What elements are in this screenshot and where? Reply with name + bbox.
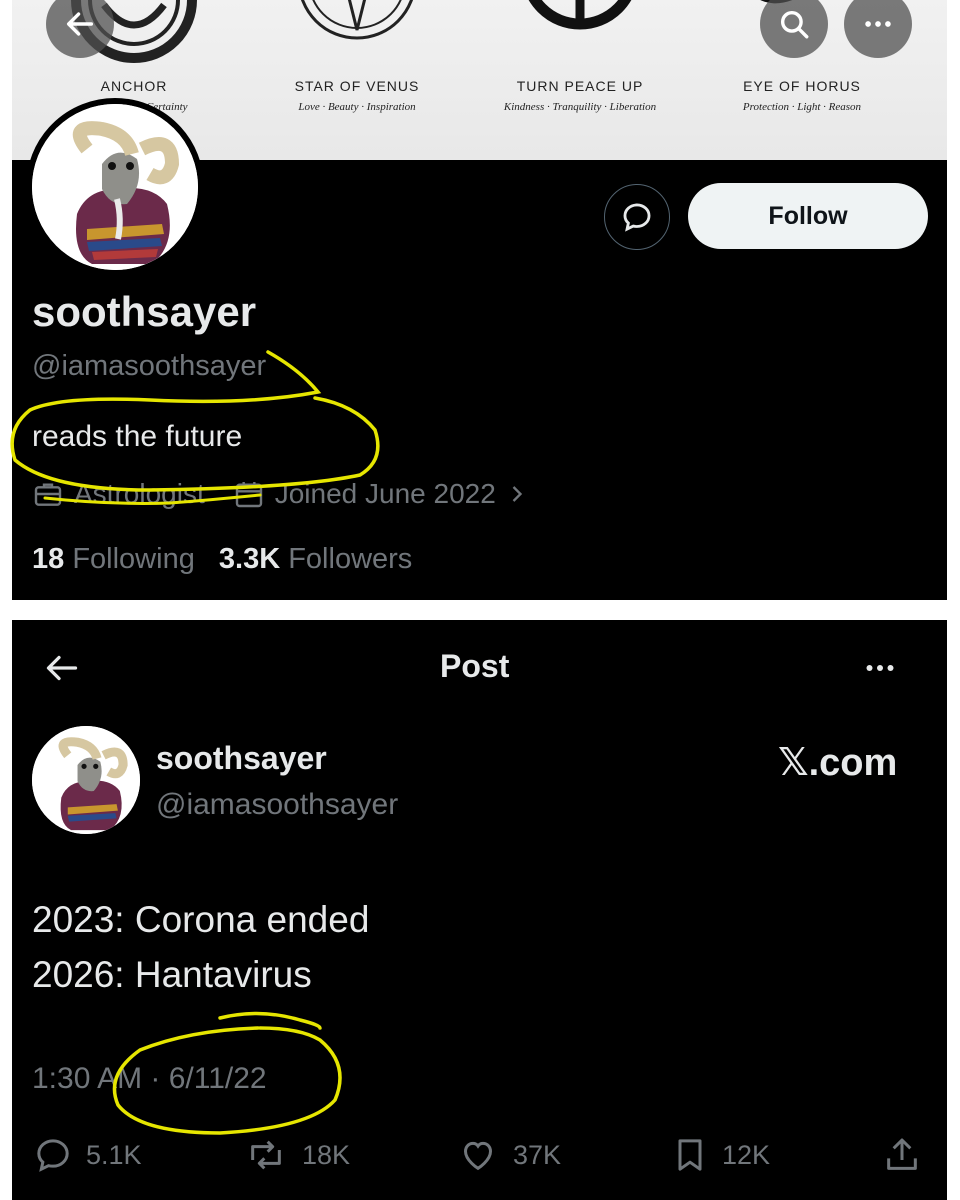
back-arrow-icon [66,12,94,36]
profile-counts: 18 Following 3.3K Followers [32,543,412,576]
profile-category[interactable]: Astrologist [74,478,205,510]
post-screenshot: Post soothsayer @iamasoothsayer 𝕏.com 20… [12,620,947,1200]
profile-handle: @iamasoothsayer [32,350,267,382]
repost-icon [251,1140,281,1170]
bookmark-button[interactable]: 12K [670,1135,770,1175]
post-author-name[interactable]: soothsayer [156,740,327,777]
post-line: 2023: Corona ended [32,899,370,940]
post-author-handle[interactable]: @iamasoothsayer [156,788,398,822]
back-arrow-icon[interactable] [42,650,82,686]
goat-soothsayer-avatar-icon [32,726,140,834]
follow-button[interactable]: Follow [688,183,928,249]
banner-symbol-subtitle: Love · Beauty · Inspiration [298,101,416,113]
followers-link[interactable]: 3.3K Followers [219,543,412,575]
reply-count: 5.1K [86,1139,142,1170]
following-label: Following [72,543,195,575]
repost-count: 18K [302,1139,351,1170]
banner-symbol-name: EYE OF HORUS [743,78,861,94]
reply-button[interactable]: 5.1K [32,1135,142,1175]
calendar-icon [235,482,262,508]
share-button[interactable] [882,1135,922,1175]
banner-symbol-name: STAR OF VENUS [294,78,420,94]
post-line: 2026: Hantavirus [32,954,312,995]
banner-symbol-name: ANCHOR [100,78,168,94]
more-icon [865,21,891,27]
followers-label: Followers [288,543,413,575]
profile-avatar[interactable] [26,98,204,276]
profile-display-name: soothsayer [32,288,257,335]
banner-symbol-subtitle: Kindness · Tranquility · Liberation [503,101,657,113]
post-header-title: Post [440,648,510,684]
bookmark-count: 12K [722,1139,771,1170]
repost-button[interactable]: 18K [242,1135,350,1175]
search-icon [780,10,809,39]
chevron-right-icon[interactable] [506,480,528,508]
bookmark-icon [678,1139,702,1171]
profile-joined: Joined June 2022 [274,478,496,509]
like-button[interactable]: 37K [455,1135,561,1175]
goat-soothsayer-avatar-icon [32,104,198,270]
profile-meta: Astrologist Joined June 2022 [32,478,528,510]
following-count: 18 [32,543,65,575]
peace-symbol-icon [510,0,650,55]
banner-symbol-name: TURN PEACE UP [516,78,644,94]
message-button[interactable] [604,184,670,250]
x-watermark: 𝕏.com [778,742,898,784]
post-body: 2023: Corona ended 2026: Hantavirus [32,892,369,1002]
briefcase-icon [34,483,62,506]
banner-symbol-subtitle: Protection · Light · Reason [742,101,862,113]
share-icon [887,1138,917,1170]
like-count: 37K [513,1139,562,1170]
more-icon[interactable] [858,650,902,686]
like-icon [463,1141,493,1171]
profile-screenshot: ANCHOR · Certainty STAR OF VENUS Love · … [12,0,947,600]
post-author-avatar[interactable] [32,726,140,834]
following-link[interactable]: 18 Following [32,543,195,575]
post-timestamp[interactable]: 1:30 AM · 6/11/22 [32,1062,267,1096]
followers-count: 3.3K [218,543,281,575]
profile-bio: reads the future [32,420,243,453]
message-icon [623,203,651,232]
star-symbol-icon [287,0,427,55]
reply-icon [37,1139,69,1172]
